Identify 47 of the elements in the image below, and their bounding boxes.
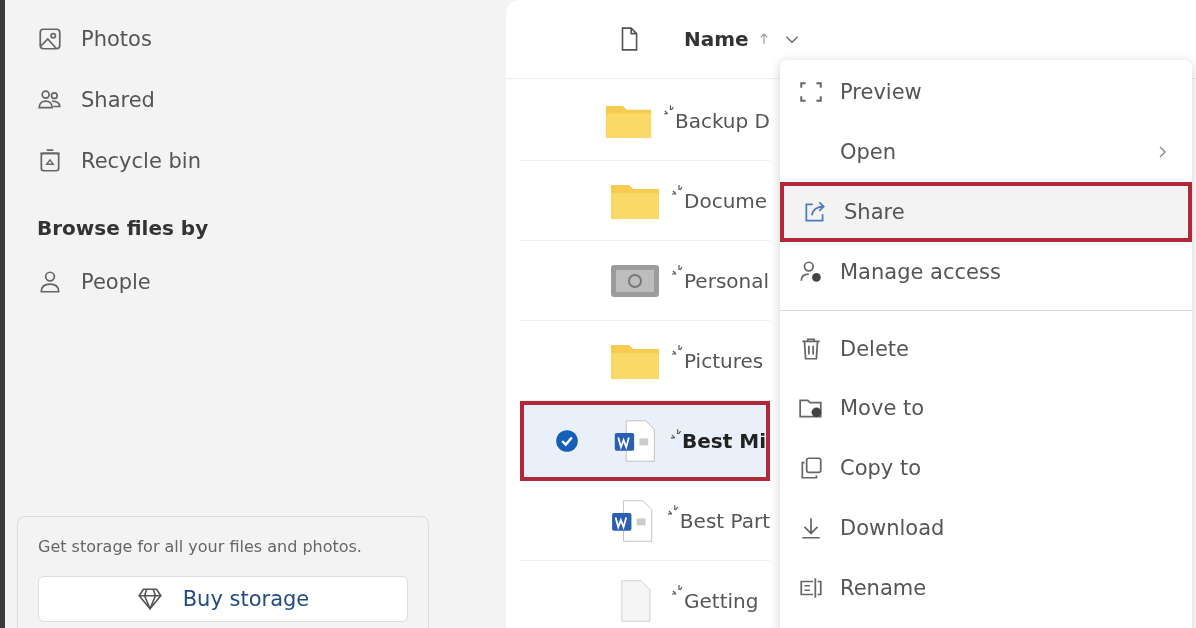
file-name: Personal [684, 268, 770, 293]
sync-pending-icon [666, 503, 680, 517]
sync-pending-icon [668, 427, 682, 441]
buy-storage-button[interactable]: Buy storage [38, 576, 408, 622]
sidebar-item[interactable]: Shared [37, 69, 155, 130]
sidebar-item[interactable]: People [37, 251, 151, 312]
sort-up-icon [758, 32, 769, 46]
sidebar-item[interactable]: Photos [37, 8, 152, 69]
file-name: Getting [684, 588, 759, 613]
file-row[interactable]: Getting [520, 561, 770, 628]
menu-item[interactable]: Open [780, 122, 1192, 182]
menu-item[interactable]: Rename [780, 558, 1192, 618]
sync-pending-icon [670, 183, 684, 197]
storage-text: Get storage for all your files and photos. [38, 537, 363, 556]
preview-icon [798, 79, 824, 105]
rename-icon [798, 575, 824, 601]
recycle-bin-icon [37, 147, 63, 174]
menu-item[interactable]: Download [780, 498, 1192, 558]
person-icon [37, 268, 63, 295]
sidebar-item[interactable]: Recycle bin [37, 130, 201, 191]
file-row[interactable]: Docume [520, 161, 770, 241]
file-row[interactable]: Backup D [520, 81, 770, 161]
menu-item[interactable]: Delete [780, 310, 1192, 378]
file-row[interactable]: Personal [520, 241, 770, 321]
menu-item[interactable]: Copy to [780, 438, 1192, 498]
file-name: Backup D [674, 108, 770, 133]
sync-pending-icon [670, 263, 684, 277]
menu-item[interactable]: Preview [780, 62, 1192, 122]
file-name: Pictures [684, 348, 764, 373]
file-row[interactable]: Best Mi [520, 401, 770, 481]
menu-item[interactable]: Manage access [780, 242, 1192, 302]
share-icon [802, 199, 828, 225]
column-header[interactable]: Name [684, 27, 749, 51]
copy-icon [798, 455, 824, 481]
section-heading: Browse files by [37, 215, 210, 242]
file-name: Best Part [679, 508, 770, 533]
file-row[interactable]: Best Part [520, 481, 770, 561]
file-name: Best Mi [682, 429, 766, 453]
photo-icon [37, 25, 63, 52]
sync-pending-icon [661, 103, 675, 117]
diamond-icon [136, 586, 163, 612]
menu-item[interactable]: Move to [780, 378, 1192, 438]
sync-pending-icon [670, 343, 684, 357]
checkmark-icon[interactable] [555, 429, 580, 453]
sync-pending-icon [670, 583, 684, 597]
file-name: Docume [684, 188, 768, 213]
menu-item[interactable]: Share [780, 182, 1192, 242]
